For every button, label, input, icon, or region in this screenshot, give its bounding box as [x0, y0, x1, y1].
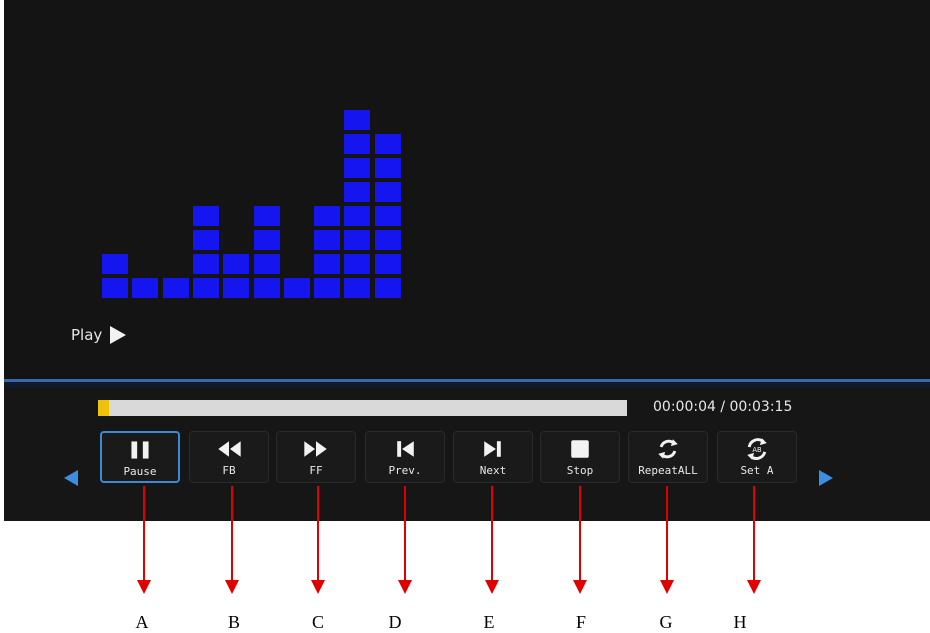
equalizer-cell	[102, 254, 128, 274]
equalizer-cell	[314, 230, 341, 250]
fast-forward-icon	[304, 441, 327, 457]
equalizer-cell	[132, 278, 159, 298]
callout-arrow-f	[573, 486, 587, 594]
set-a-button[interactable]: AB Set A	[717, 431, 797, 483]
equalizer-cell	[253, 206, 280, 226]
fast-forward-button-label: FF	[309, 464, 323, 477]
fast-backward-button[interactable]: FB	[189, 431, 269, 483]
previous-button[interactable]: Prev.	[365, 431, 445, 483]
equalizer-cell	[192, 206, 219, 226]
next-button-label: Next	[479, 464, 507, 477]
equalizer-cell	[344, 182, 371, 202]
scroll-right-arrow-icon[interactable]	[819, 470, 833, 486]
repeat-all-button-label: RepeatALL	[638, 464, 698, 477]
progress-fill	[98, 400, 109, 416]
equalizer-cell	[344, 254, 371, 274]
equalizer-cell	[253, 278, 280, 298]
equalizer-cell	[374, 230, 401, 250]
equalizer-cell	[374, 278, 401, 298]
callout-arrow-g	[660, 486, 674, 594]
equalizer-cell	[344, 278, 371, 298]
repeat-all-button[interactable]: RepeatALL	[628, 431, 708, 483]
scroll-left-arrow-icon[interactable]	[64, 470, 78, 486]
callout-letter-e: E	[483, 612, 495, 632]
svg-text:AB: AB	[752, 446, 762, 454]
equalizer-cell	[344, 134, 371, 154]
equalizer-cell	[192, 230, 219, 250]
equalizer-cell	[223, 254, 250, 274]
equalizer-cell	[374, 158, 401, 178]
next-button[interactable]: Next	[453, 431, 533, 483]
fast-backward-button-label: FB	[222, 464, 236, 477]
pause-icon	[131, 441, 149, 459]
time-readout: 00:00:04 / 00:03:15	[653, 399, 793, 415]
callout-arrow-b	[225, 486, 239, 594]
equalizer-cell	[344, 206, 371, 226]
callout-letter-d: D	[388, 612, 402, 632]
callout-arrow-a	[137, 486, 151, 594]
pause-button[interactable]: Pause	[100, 431, 180, 483]
set-a-button-label: Set A	[740, 464, 774, 477]
play-status-label: Play	[71, 325, 103, 344]
progress-bar[interactable]	[98, 400, 627, 416]
equalizer-cell	[102, 278, 128, 298]
equalizer-cell	[223, 278, 250, 298]
equalizer-cell	[344, 110, 371, 130]
equalizer-cell	[253, 254, 280, 274]
stop-icon	[571, 440, 589, 458]
equalizer-cell	[253, 230, 280, 250]
equalizer-cell	[374, 254, 401, 274]
equalizer-cell	[374, 206, 401, 226]
callout-letter-h: H	[733, 612, 747, 632]
equalizer-cell	[192, 278, 219, 298]
equalizer-cell	[344, 230, 371, 250]
equalizer-cell	[344, 158, 371, 178]
callout-arrow-e	[485, 486, 499, 594]
callout-letter-g: G	[659, 612, 673, 632]
player-screen: Play 00:00:04 / 00:03:15 Pause FB FF Pre…	[4, 0, 930, 521]
equalizer-cell	[314, 278, 341, 298]
pause-button-label: Pause	[123, 465, 157, 478]
equalizer-cell	[283, 278, 310, 298]
equalizer-cell	[162, 278, 189, 298]
fast-backward-icon	[218, 441, 241, 457]
previous-button-label: Prev.	[388, 464, 422, 477]
callout-arrow-d	[398, 486, 412, 594]
callout-letter-a: A	[135, 612, 149, 632]
callout-letter-f: F	[575, 612, 586, 632]
audio-equalizer	[4, 0, 930, 380]
repeat-icon	[658, 439, 678, 459]
next-icon	[484, 441, 501, 457]
equalizer-cell	[314, 254, 341, 274]
set-ab-icon: AB	[747, 438, 767, 460]
stop-button-label: Stop	[566, 464, 594, 477]
callout-arrow-c	[311, 486, 325, 594]
callout-letter-c: C	[311, 612, 324, 632]
fast-forward-button[interactable]: FF	[276, 431, 356, 483]
equalizer-cell	[192, 254, 219, 274]
callout-letter-b: B	[227, 612, 240, 632]
equalizer-cell	[374, 134, 401, 154]
stop-button[interactable]: Stop	[540, 431, 620, 483]
play-icon	[110, 325, 127, 344]
callout-arrow-h	[747, 486, 761, 594]
play-status: Play	[71, 325, 127, 344]
equalizer-cell	[314, 206, 341, 226]
equalizer-cell	[374, 182, 401, 202]
previous-icon	[397, 441, 414, 457]
